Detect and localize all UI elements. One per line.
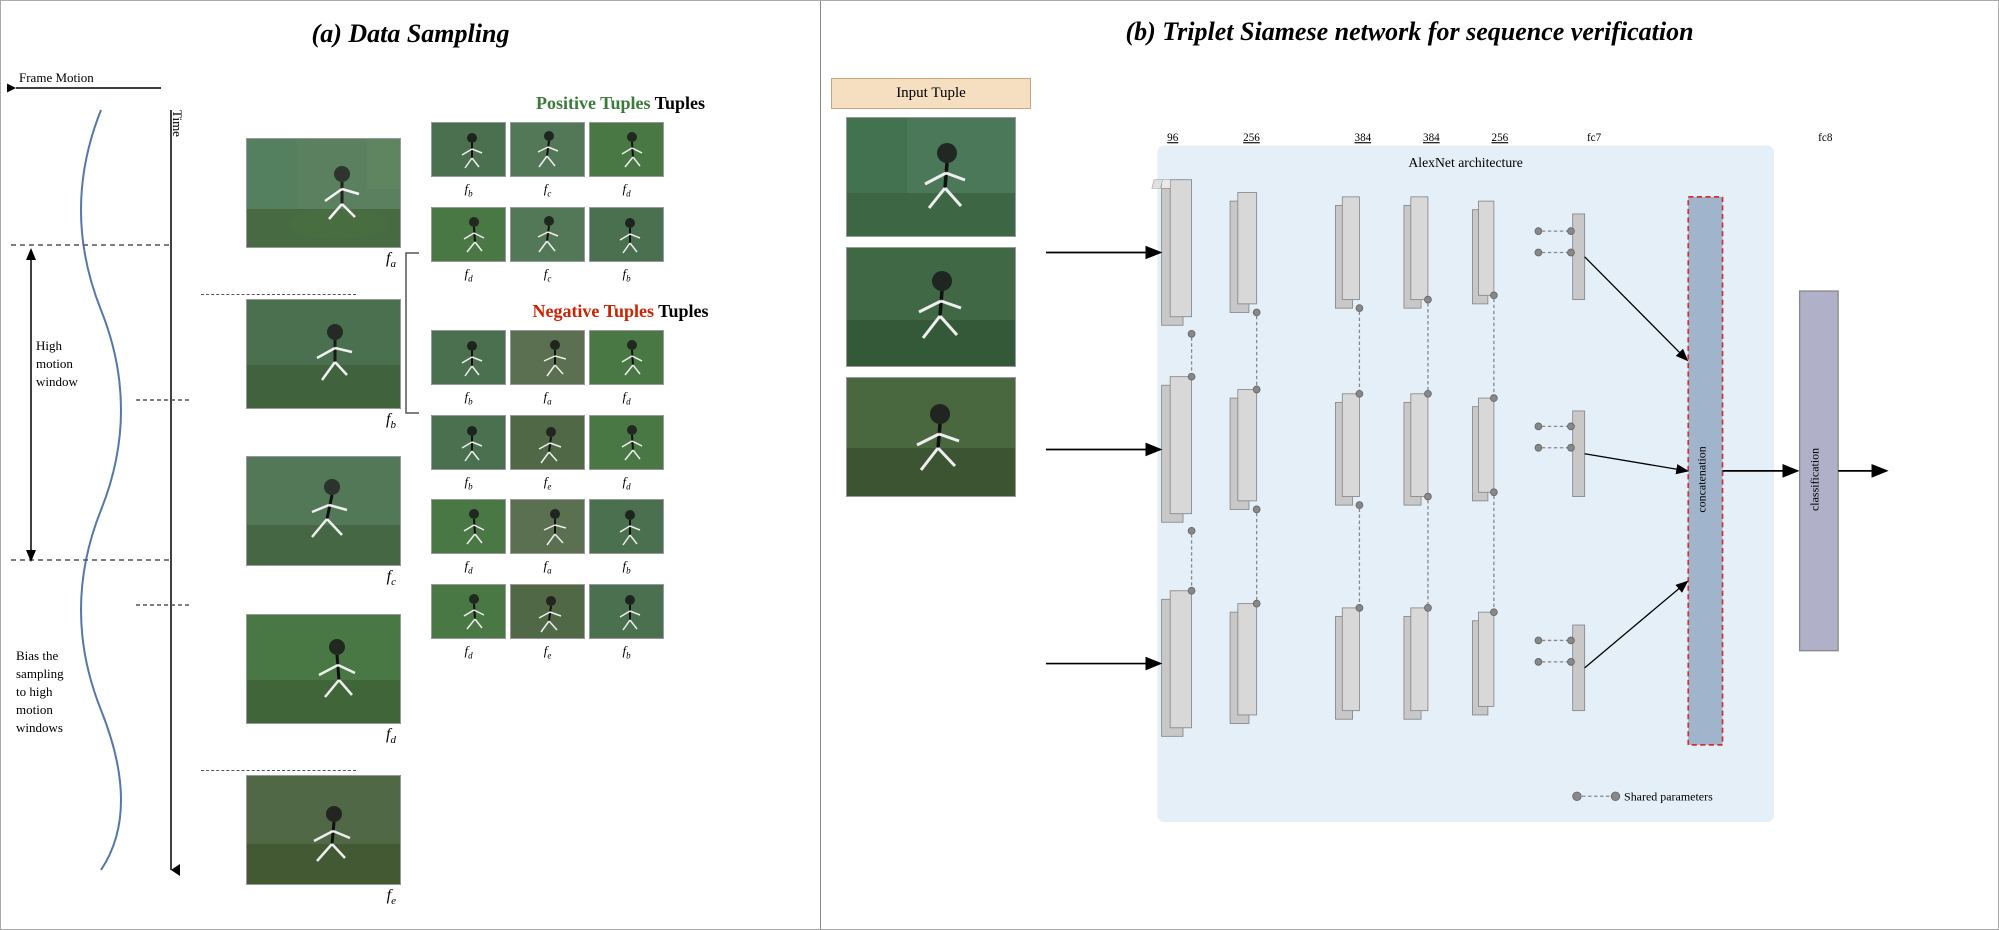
neg-img-td3 <box>431 499 506 554</box>
left-panel-title: (a) Data Sampling <box>1 11 820 53</box>
motion-diagram-svg: Frame Motion Time High <box>1 53 201 927</box>
neg-tuple-labels-3: fd fa fb <box>431 558 810 576</box>
tuple-img-td1 <box>589 122 664 177</box>
svg-text:Time: Time <box>170 110 185 137</box>
positive-tuple-row-1 <box>431 122 810 177</box>
neg-img-ta2 <box>510 499 585 554</box>
input-frame-2 <box>846 247 1016 367</box>
tuple-label-fd2: fd <box>431 266 506 284</box>
positive-tuple-labels-1: fb fc fd <box>431 181 810 199</box>
neg-img-te1 <box>510 415 585 470</box>
dashed-separator-2 <box>201 770 356 771</box>
svg-text:windows: windows <box>16 720 63 735</box>
svg-text:fc7: fc7 <box>1587 132 1602 144</box>
bracket-area <box>401 93 421 927</box>
frame-fa: fa <box>201 138 401 270</box>
tuple-img-tb2 <box>589 207 664 262</box>
tuple-label-fb2: fb <box>589 266 664 284</box>
neg-tuple-labels-1: fb fa fd <box>431 389 810 407</box>
tuple-label-fc2: fc <box>510 266 585 284</box>
negative-tuple-row-3 <box>431 499 810 554</box>
svg-text:96: 96 <box>1167 132 1179 144</box>
right-content: Input Tuple <box>821 58 1998 923</box>
network-architecture-area: AlexNet architecture 96 256 384 384 256 … <box>1046 58 1988 923</box>
neg-img-tb4 <box>589 584 664 639</box>
neg-img-tb3 <box>589 499 664 554</box>
svg-text:concatenation: concatenation <box>1694 446 1708 512</box>
positive-tuples-title: Positive Tuples Tuples <box>431 93 810 114</box>
tuple-img-tc2 <box>510 207 585 262</box>
left-panel: (a) Data Sampling <box>1 1 821 929</box>
frame-image-fd <box>246 614 401 724</box>
neg-img-td2 <box>589 415 664 470</box>
svg-text:to high: to high <box>16 684 53 699</box>
tuple-label-fd1: fd <box>589 181 664 199</box>
tuple-img-td2 <box>431 207 506 262</box>
negative-tuple-row-4 <box>431 584 810 639</box>
input-frame-3 <box>846 377 1016 497</box>
tuple-img-tc1 <box>510 122 585 177</box>
frame-image-fb <box>246 299 401 409</box>
left-content: Frame Motion Time High <box>1 53 820 927</box>
svg-text:Bias the: Bias the <box>16 648 58 663</box>
svg-text:fc8: fc8 <box>1818 132 1833 144</box>
positive-tuple-row-2 <box>431 207 810 262</box>
tuples-column: Positive Tuples Tuples fb <box>421 53 820 927</box>
neg-img-tb1 <box>431 330 506 385</box>
neg-img-td4 <box>431 584 506 639</box>
frame-fd: fd <box>201 614 401 746</box>
input-frame-1 <box>846 117 1016 237</box>
network-architecture-svg: AlexNet architecture 96 256 384 384 256 … <box>1046 58 1988 918</box>
neg-img-te2 <box>510 584 585 639</box>
neg-tuple-labels-2: fb fe fd <box>431 474 810 492</box>
frame-fe: fe <box>201 775 401 907</box>
input-tuple-section: Input Tuple <box>831 58 1031 507</box>
svg-text:motion: motion <box>16 702 53 717</box>
frame-fc: fc <box>201 456 401 588</box>
bracket-svg <box>401 93 421 873</box>
svg-text:AlexNet architecture: AlexNet architecture <box>1408 155 1522 170</box>
frame-label-fb: fb <box>386 411 401 431</box>
frames-column: fa <box>201 53 401 927</box>
svg-text:motion: motion <box>36 356 73 371</box>
svg-text:384: 384 <box>1355 132 1372 144</box>
svg-text:Shared parameters: Shared parameters <box>1624 789 1713 803</box>
negative-tuple-row-2 <box>431 415 810 470</box>
input-tuple-label: Input Tuple <box>831 78 1031 109</box>
neg-img-tb2 <box>431 415 506 470</box>
negative-tuple-row-1 <box>431 330 810 385</box>
negative-tuples-title: Negative Tuples Tuples <box>431 301 810 322</box>
neg-tuple-labels-4: fd fe fb <box>431 643 810 661</box>
svg-text:High: High <box>36 338 63 353</box>
tuple-label-fc1: fc <box>510 181 585 199</box>
svg-text:384: 384 <box>1423 132 1440 144</box>
frame-label-fc: fc <box>387 568 401 588</box>
right-panel-title: (b) Triplet Siamese network for sequence… <box>821 11 1998 53</box>
frame-image-fc <box>246 456 401 566</box>
svg-text:sampling: sampling <box>16 666 64 681</box>
tuple-label-fb1: fb <box>431 181 506 199</box>
frame-label-fd: fd <box>386 726 401 746</box>
frame-fb: fb <box>201 299 401 431</box>
frame-image-fa <box>246 138 401 248</box>
positive-tuple-labels-2: fd fc fb <box>431 266 810 284</box>
neg-img-td1 <box>589 330 664 385</box>
frame-label-fa: fa <box>386 250 401 270</box>
svg-text:256: 256 <box>1243 132 1260 144</box>
svg-text:window: window <box>36 374 79 389</box>
frame-image-fe <box>246 775 401 885</box>
tuple-img-tb1 <box>431 122 506 177</box>
dashed-separator-1 <box>201 294 356 295</box>
svg-text:classification: classification <box>1807 448 1821 511</box>
motion-area: Frame Motion Time High <box>1 53 201 927</box>
main-container: (a) Data Sampling <box>0 0 1999 930</box>
svg-text:256: 256 <box>1492 132 1509 144</box>
neg-img-ta1 <box>510 330 585 385</box>
right-panel: (b) Triplet Siamese network for sequence… <box>821 1 1998 929</box>
frame-label-fe: fe <box>387 887 401 907</box>
svg-text:Frame Motion: Frame Motion <box>19 70 94 85</box>
